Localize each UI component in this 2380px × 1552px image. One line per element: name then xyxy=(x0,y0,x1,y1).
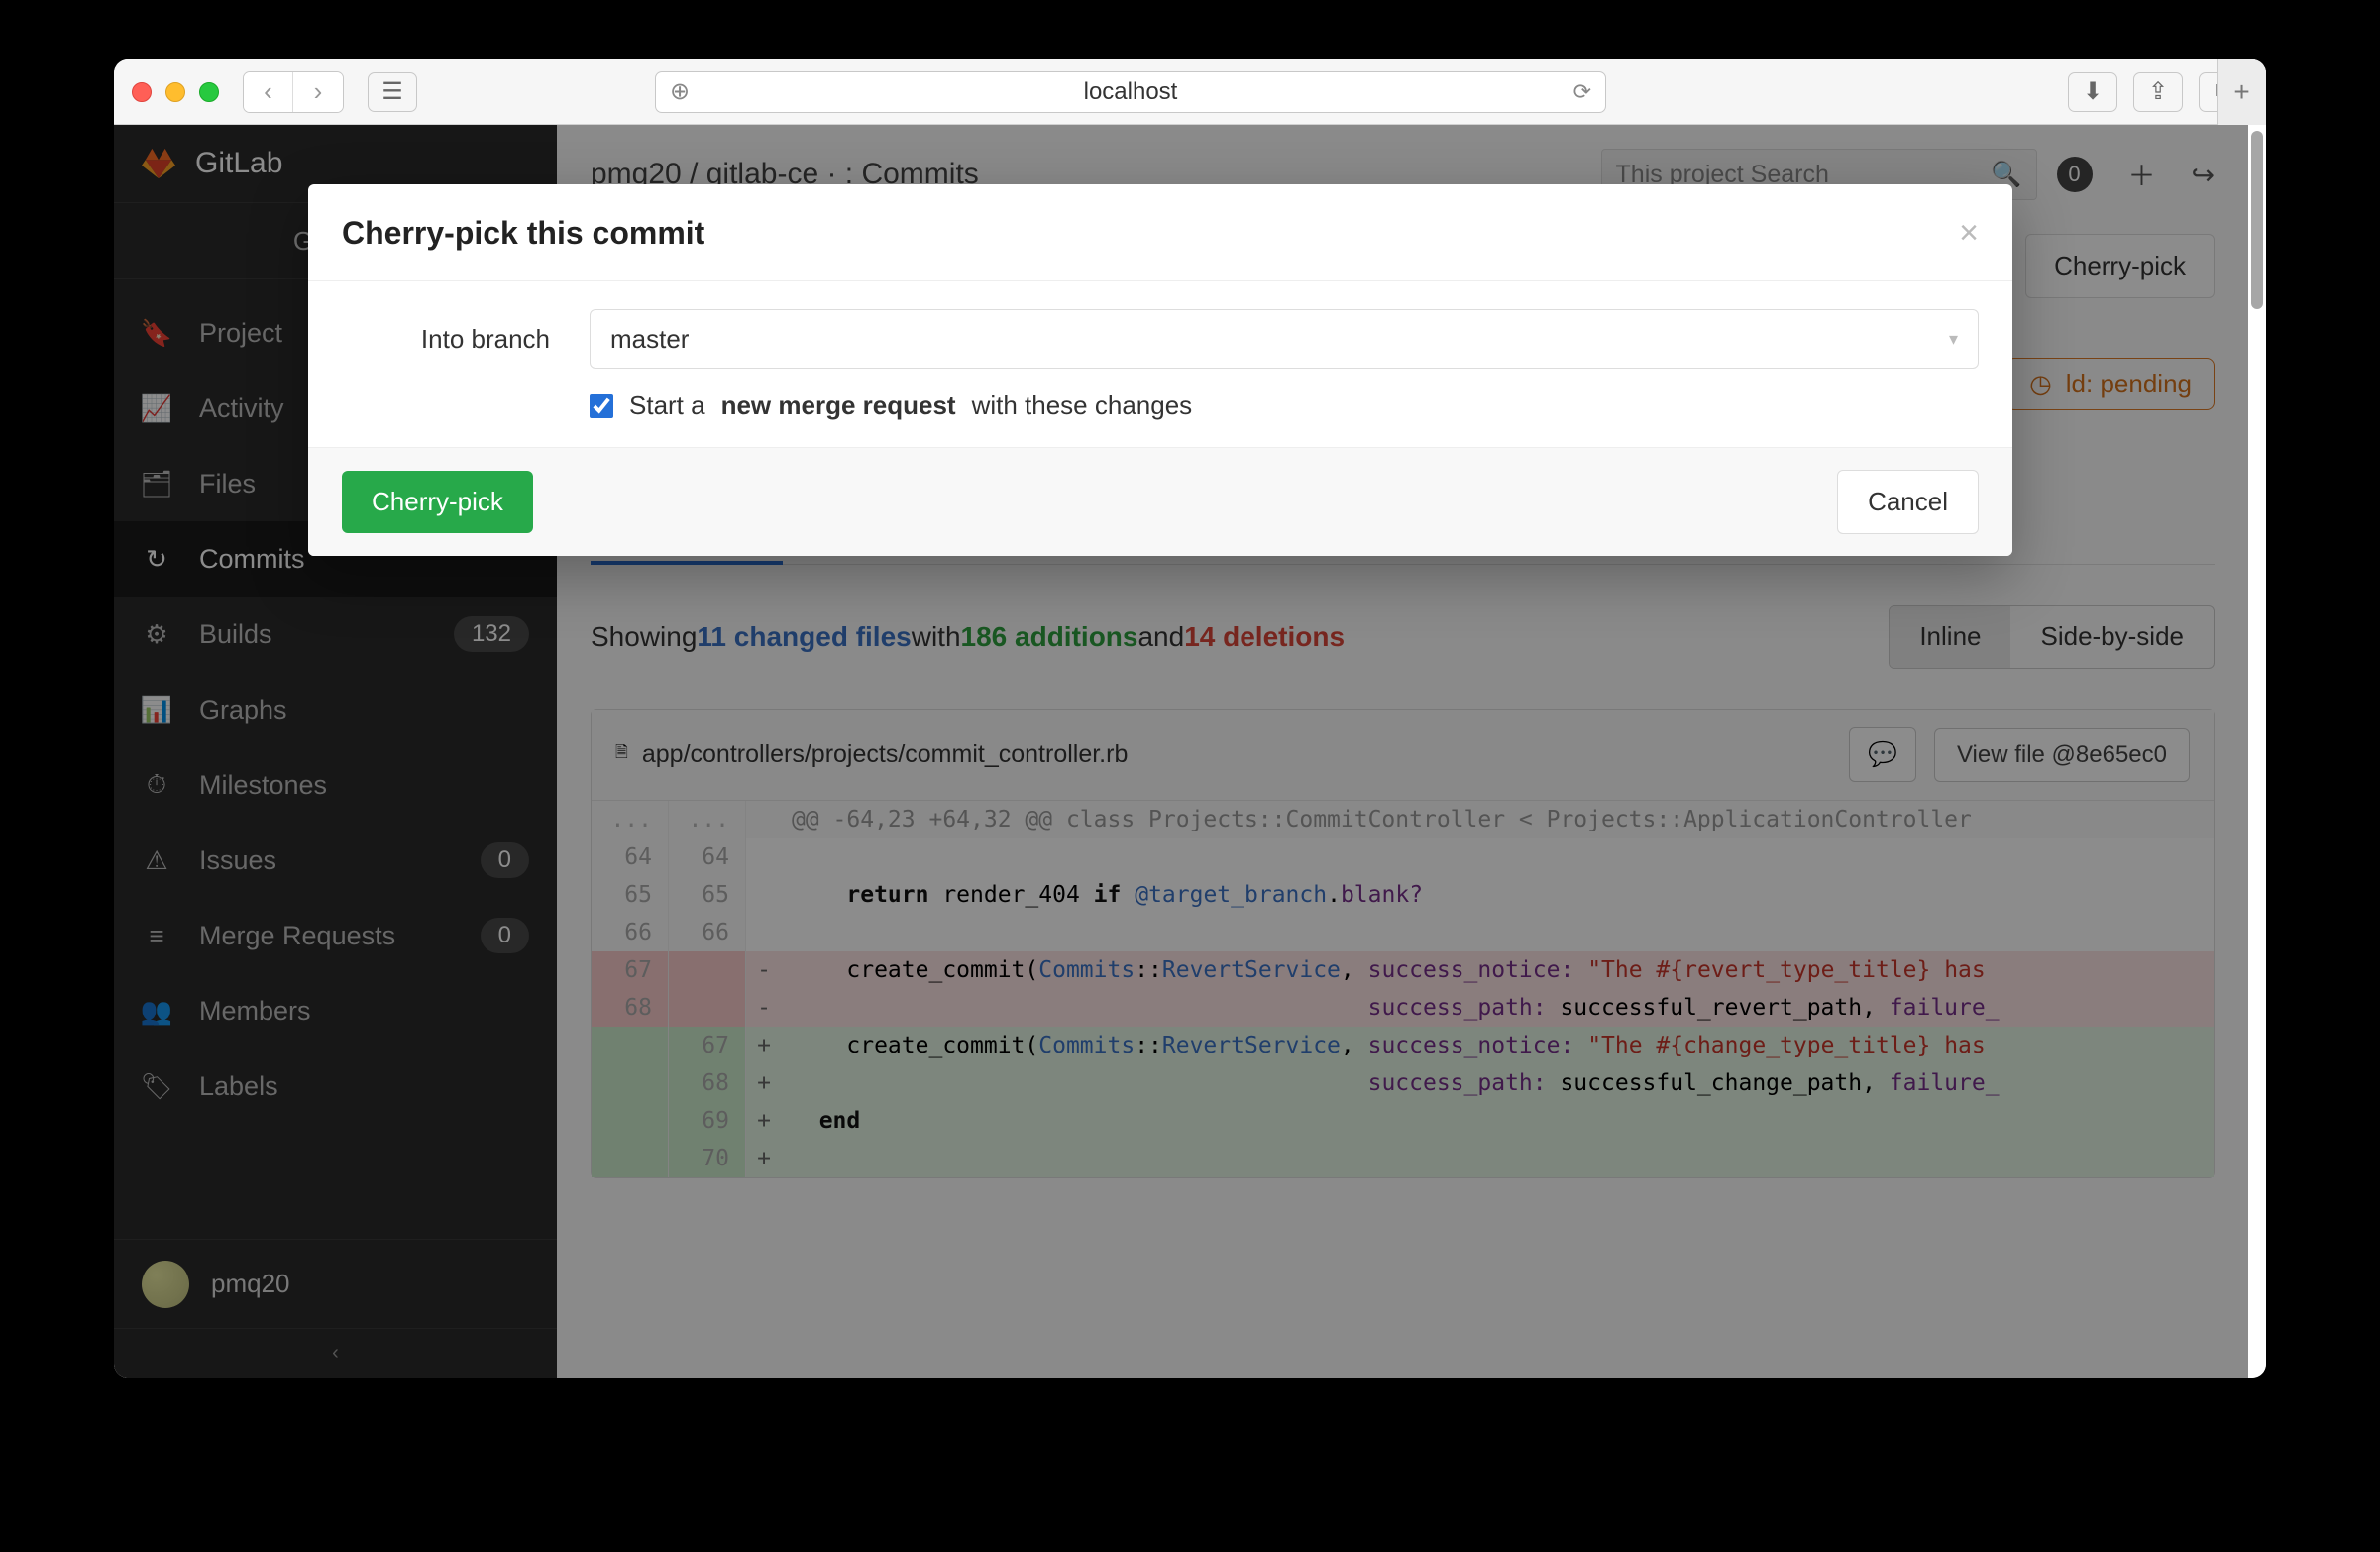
close-icon[interactable]: × xyxy=(1959,214,1979,253)
forward-button[interactable]: › xyxy=(293,72,343,112)
scrollbar[interactable] xyxy=(2251,131,2263,309)
sidebar-toggle-icon[interactable]: ☰ xyxy=(368,72,417,112)
mr-text-prefix: Start a xyxy=(629,390,705,421)
submit-cherry-pick-button[interactable]: Cherry-pick xyxy=(342,471,533,533)
selected-branch: master xyxy=(610,324,689,355)
browser-window: ‹ › ☰ ⊕ localhost ⟳ ⬇ ⇪ ⧉ + xyxy=(114,59,2266,1378)
back-button[interactable]: ‹ xyxy=(244,72,293,112)
modal-title: Cherry-pick this commit xyxy=(342,215,704,252)
address-text: localhost xyxy=(656,78,1605,106)
downloads-icon[interactable]: ⬇ xyxy=(2068,72,2117,112)
branch-label: Into branch xyxy=(342,324,550,355)
zoom-window-icon[interactable] xyxy=(199,82,219,102)
mr-text-suffix: with these changes xyxy=(972,390,1193,421)
minimize-window-icon[interactable] xyxy=(165,82,185,102)
start-merge-request-checkbox[interactable]: Start a new merge request with these cha… xyxy=(590,390,1979,421)
browser-titlebar: ‹ › ☰ ⊕ localhost ⟳ ⬇ ⇪ ⧉ xyxy=(114,59,2266,125)
cherry-pick-modal: Cherry-pick this commit × Into branch ma… xyxy=(308,184,2012,556)
chevron-down-icon: ▾ xyxy=(1949,329,1958,350)
address-bar[interactable]: ⊕ localhost ⟳ xyxy=(655,71,1606,113)
share-icon[interactable]: ⇪ xyxy=(2133,72,2183,112)
mr-checkbox-input[interactable] xyxy=(590,394,613,418)
add-bookmark-icon[interactable]: ⊕ xyxy=(670,77,690,106)
cancel-button[interactable]: Cancel xyxy=(1837,470,1979,534)
close-window-icon[interactable] xyxy=(132,82,152,102)
reload-icon[interactable]: ⟳ xyxy=(1573,79,1591,105)
window-controls xyxy=(132,82,219,102)
new-tab-button[interactable]: + xyxy=(2217,59,2266,125)
mr-text-bold: new merge request xyxy=(721,390,956,421)
target-branch-select[interactable]: master ▾ xyxy=(590,309,1979,369)
